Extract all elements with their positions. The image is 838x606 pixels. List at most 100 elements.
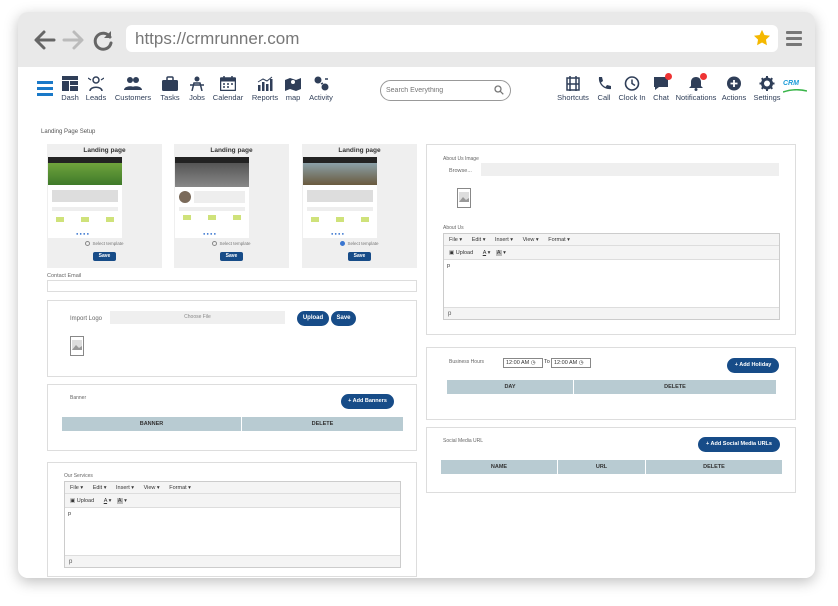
nav-activity-label: Activity bbox=[309, 93, 333, 102]
menu-edit[interactable]: Edit ▾ bbox=[472, 237, 486, 243]
clock-icon bbox=[624, 76, 640, 91]
menu-format[interactable]: Format ▾ bbox=[169, 485, 191, 491]
address-bar[interactable]: https://crmrunner.com bbox=[126, 25, 778, 52]
text-color-icon[interactable]: A bbox=[104, 498, 107, 504]
editor-toolbar: ▣ Upload A ▾ A ▾ bbox=[65, 494, 400, 508]
closing-time-input[interactable]: 12:00 AM ◷ bbox=[551, 358, 591, 368]
menu-edit[interactable]: Edit ▾ bbox=[93, 485, 107, 491]
image-upload-icon[interactable]: ▣ bbox=[70, 498, 75, 504]
nav-leads[interactable]: Leads bbox=[84, 76, 108, 102]
briefcase-icon bbox=[162, 76, 178, 91]
upload-tool[interactable]: Upload bbox=[77, 498, 94, 504]
browser-menu-icon[interactable] bbox=[786, 31, 802, 46]
editor-content[interactable]: p bbox=[444, 260, 779, 272]
nav-calendar[interactable]: Calendar bbox=[211, 76, 245, 102]
nav-settings[interactable]: Settings bbox=[753, 76, 781, 102]
upload-tool[interactable]: Upload bbox=[456, 250, 473, 256]
bookmark-star-icon[interactable] bbox=[753, 29, 771, 47]
template-thumbnail-1[interactable]: ● ● ● ● bbox=[48, 157, 122, 238]
choose-file-text: Choose File bbox=[184, 314, 211, 320]
social-media-label: Social Media URL bbox=[443, 438, 484, 444]
image-placeholder-icon bbox=[70, 336, 84, 356]
menu-view[interactable]: View ▾ bbox=[523, 237, 539, 243]
about-us-label: About Us bbox=[443, 225, 464, 231]
template-card-1[interactable]: Landing page ● ● ● ● Select template Sav… bbox=[47, 144, 162, 268]
add-banners-button[interactable]: + Add Banners bbox=[341, 394, 394, 409]
import-logo-panel: Import Logo Choose File Upload Save bbox=[47, 300, 417, 377]
crm-logo-text: CRM bbox=[783, 80, 799, 87]
nav-reports-label: Reports bbox=[251, 93, 279, 102]
highlight-color-icon[interactable]: A bbox=[495, 250, 502, 256]
template-thumbnail-3[interactable]: ● ● ● ● bbox=[303, 157, 377, 238]
map-icon bbox=[285, 78, 301, 91]
add-holiday-button[interactable]: + Add Holiday bbox=[727, 358, 779, 373]
nav-actions[interactable]: Actions bbox=[721, 76, 747, 102]
about-us-panel: About Us Image Browse... About Us File ▾… bbox=[426, 144, 796, 335]
activity-icon bbox=[314, 76, 329, 91]
nav-notifications-label: Notifications bbox=[675, 93, 717, 102]
image-upload-icon[interactable]: ▣ bbox=[449, 250, 454, 256]
about-us-image-file-field[interactable] bbox=[481, 163, 779, 176]
nav-map[interactable]: map bbox=[284, 76, 302, 102]
nav-dash[interactable]: Dash bbox=[60, 76, 80, 102]
global-search[interactable] bbox=[380, 80, 511, 101]
nav-activity[interactable]: Activity bbox=[307, 76, 335, 102]
menu-view[interactable]: View ▾ bbox=[144, 485, 160, 491]
nav-jobs[interactable]: Jobs bbox=[186, 76, 208, 102]
holiday-table-header: DAY DELETE bbox=[447, 380, 776, 394]
template-card-3[interactable]: Landing page ● ● ● ● Select template Sav… bbox=[302, 144, 417, 268]
reports-chart-icon bbox=[257, 76, 273, 91]
search-input[interactable] bbox=[386, 87, 486, 94]
nav-clock-in[interactable]: Clock In bbox=[618, 76, 646, 102]
dashboard-icon bbox=[62, 76, 78, 91]
menu-insert[interactable]: Insert ▾ bbox=[495, 237, 513, 243]
reload-icon[interactable] bbox=[90, 28, 116, 52]
template-save-button-1[interactable]: Save bbox=[93, 252, 116, 261]
menu-format[interactable]: Format ▾ bbox=[548, 237, 570, 243]
about-us-editor[interactable]: File ▾ Edit ▾ Insert ▾ View ▾ Format ▾ ▣… bbox=[443, 233, 780, 320]
template-card-2[interactable]: Landing page ● ● ● ● Select template Sav… bbox=[174, 144, 289, 268]
nav-call[interactable]: Call bbox=[594, 76, 614, 102]
add-social-media-button[interactable]: + Add Social Media URLs bbox=[698, 437, 780, 452]
back-arrow-icon[interactable] bbox=[32, 28, 58, 52]
browse-button[interactable]: Browse... bbox=[449, 168, 472, 174]
forward-arrow-icon[interactable] bbox=[60, 28, 86, 52]
save-logo-button[interactable]: Save bbox=[331, 311, 356, 326]
nav-tasks[interactable]: Tasks bbox=[159, 76, 181, 102]
upload-logo-button[interactable]: Upload bbox=[297, 311, 329, 326]
menu-file[interactable]: File ▾ bbox=[449, 237, 462, 243]
template-radio-2[interactable]: Select template bbox=[174, 241, 289, 246]
template-radio-3[interactable]: Select template bbox=[302, 241, 417, 246]
nav-calendar-label: Calendar bbox=[212, 93, 244, 102]
template-radio-1[interactable]: Select template bbox=[47, 241, 162, 246]
contact-email-field[interactable] bbox=[47, 280, 417, 292]
menu-file[interactable]: File ▾ bbox=[70, 485, 83, 491]
contact-email-label: Contact Email bbox=[47, 273, 82, 279]
opening-time-value: 12:00 AM bbox=[506, 360, 530, 366]
menu-insert[interactable]: Insert ▾ bbox=[116, 485, 134, 491]
nav-notifications[interactable]: Notifications bbox=[675, 73, 717, 102]
template-save-button-2[interactable]: Save bbox=[220, 252, 243, 261]
crm-app: Dash Leads Customers Tasks Jobs Calendar bbox=[18, 67, 815, 578]
highlight-color-icon[interactable]: A bbox=[116, 498, 123, 504]
text-color-icon[interactable]: A bbox=[483, 250, 486, 256]
choose-file-field[interactable]: Choose File bbox=[110, 311, 285, 324]
search-icon[interactable] bbox=[494, 85, 504, 95]
nav-customers[interactable]: Customers bbox=[114, 76, 152, 102]
template-thumbnail-2[interactable]: ● ● ● ● bbox=[175, 157, 249, 238]
browser-window: https://crmrunner.com Dash Leads Custome… bbox=[18, 12, 815, 578]
nav-shortcuts[interactable]: Shortcuts bbox=[556, 76, 590, 102]
nav-jobs-label: Jobs bbox=[189, 93, 205, 102]
nav-reports[interactable]: Reports bbox=[250, 76, 280, 102]
nav-chat[interactable]: Chat bbox=[651, 73, 672, 102]
template-save-button-3[interactable]: Save bbox=[348, 252, 371, 261]
delete-column-header: DELETE bbox=[664, 384, 686, 390]
nav-chat-label: Chat bbox=[653, 93, 669, 102]
opening-time-input[interactable]: 12:00 AM ◷ bbox=[503, 358, 543, 368]
editor-content[interactable]: p bbox=[65, 508, 400, 520]
jobs-icon bbox=[190, 76, 204, 91]
our-services-editor[interactable]: File ▾ Edit ▾ Insert ▾ View ▾ Format ▾ ▣… bbox=[64, 481, 401, 568]
top-navigation: Dash Leads Customers Tasks Jobs Calendar bbox=[18, 67, 815, 117]
hamburger-menu-icon[interactable] bbox=[37, 81, 53, 96]
social-media-table-header: NAME URL DELETE bbox=[441, 460, 782, 474]
